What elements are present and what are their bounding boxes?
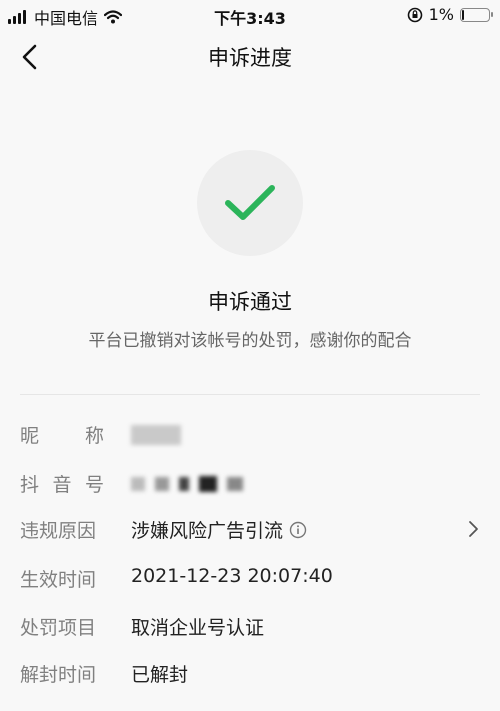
orientation-lock-icon — [407, 7, 422, 22]
violation-reason-label: 违规原因 — [20, 520, 97, 542]
effective-time-value: 2021-12-23 20:07:40 — [131, 565, 333, 587]
battery-fill — [462, 9, 464, 20]
battery-icon — [460, 7, 493, 22]
unblock-time-row: 解封时间 已解封 — [0, 660, 500, 692]
douyin-id-row: 抖 音 号 — [0, 470, 500, 502]
penalty-item-label: 处罚项目 — [20, 617, 97, 639]
redacted-text — [179, 477, 189, 491]
douyin-label-char: 音 — [52, 474, 72, 496]
effective-time-label: 生效时间 — [20, 569, 97, 591]
status-bar: 中国电信 下午3:43 1% — [0, 0, 500, 30]
effective-time-row: 生效时间 2021-12-23 20:07:40 — [0, 565, 500, 597]
status-right: 1% — [407, 5, 493, 24]
douyin-id-value-redacted — [131, 476, 243, 492]
unblock-time-label: 解封时间 — [20, 664, 97, 686]
penalty-item-value: 取消企业号认证 — [131, 617, 265, 639]
chevron-right-icon[interactable] — [466, 520, 480, 538]
page-title: 申诉进度 — [208, 46, 292, 70]
nickname-label-char: 昵 — [20, 425, 40, 447]
info-icon[interactable] — [289, 521, 307, 539]
unblock-time-value: 已解封 — [131, 664, 189, 686]
divider — [20, 394, 480, 395]
violation-reason-text: 涉嫌风险广告引流 — [131, 520, 284, 542]
redacted-text — [199, 476, 217, 492]
nickname-row: 昵 称 — [0, 421, 500, 453]
battery-percent: 1% — [428, 5, 454, 24]
redacted-text — [131, 477, 145, 491]
check-icon — [225, 185, 275, 220]
result-description: 平台已撤销对该帐号的处罚，感谢你的配合 — [88, 331, 412, 351]
douyin-id-label: 抖 音 号 — [20, 470, 104, 497]
nickname-label-char: 称 — [84, 425, 104, 447]
result-title: 申诉通过 — [208, 290, 292, 314]
douyin-label-char: 抖 — [20, 474, 40, 496]
redacted-text — [227, 477, 243, 491]
success-badge — [197, 150, 303, 256]
violation-reason-value: 涉嫌风险广告引流 — [131, 516, 307, 543]
redacted-text — [131, 425, 181, 445]
violation-reason-row[interactable]: 违规原因 涉嫌风险广告引流 — [0, 516, 500, 548]
nickname-label: 昵 称 — [20, 421, 104, 448]
redacted-text — [155, 477, 169, 491]
penalty-item-row: 处罚项目 取消企业号认证 — [0, 613, 500, 645]
nickname-value-redacted — [131, 421, 181, 445]
nav-bar: 申诉进度 — [0, 30, 500, 82]
douyin-label-char: 号 — [84, 474, 104, 496]
